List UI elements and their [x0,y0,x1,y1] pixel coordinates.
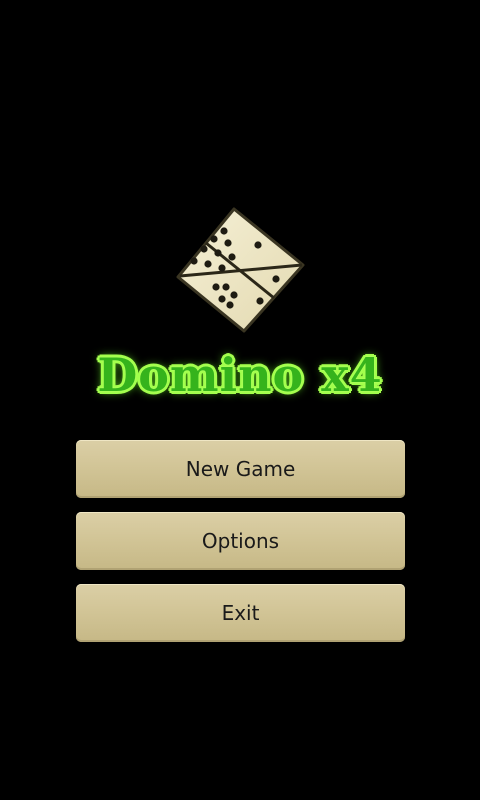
exit-button[interactable]: Exit [76,584,405,642]
options-button[interactable]: Options [76,512,405,570]
domino-logo-icon [176,207,305,333]
main-menu-screen: Domino x4 New Game Options Exit [0,0,480,800]
app-title: Domino x4 [97,348,383,402]
new-game-button[interactable]: New Game [76,440,405,498]
